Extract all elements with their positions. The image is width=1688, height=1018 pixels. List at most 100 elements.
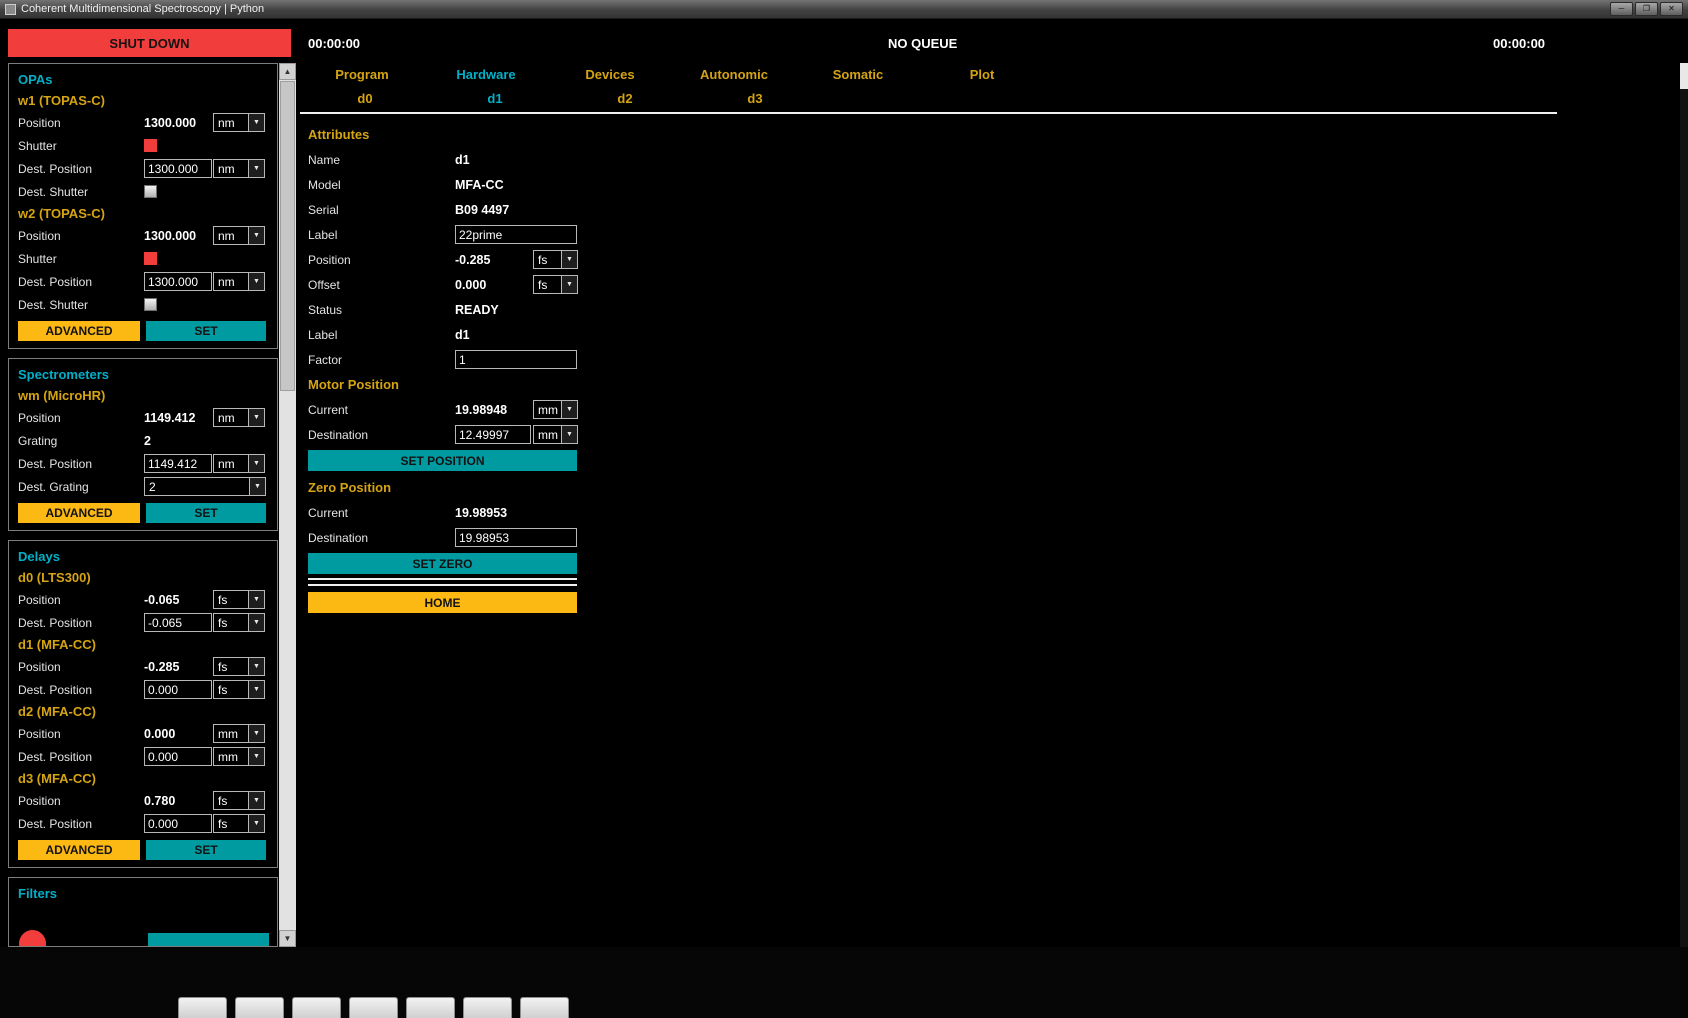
- w2-dest-units-dropdown[interactable]: nm ▼: [213, 272, 265, 291]
- tab-somatic[interactable]: Somatic: [796, 67, 920, 82]
- scroll-up-icon[interactable]: ▲: [279, 63, 296, 80]
- w2-dest-shutter-checkbox[interactable]: [144, 298, 157, 311]
- w1-header: w1 (TOPAS-C): [18, 90, 268, 111]
- d3-units-value: fs: [214, 792, 248, 809]
- home-button[interactable]: HOME: [308, 592, 577, 613]
- d2-units-dropdown[interactable]: mm ▼: [213, 724, 265, 743]
- w2-units-dropdown[interactable]: nm ▼: [213, 226, 265, 245]
- maximize-button[interactable]: ❐: [1635, 2, 1658, 16]
- subtab-d3[interactable]: d3: [690, 91, 820, 106]
- w2-shutter-row: Shutter: [18, 247, 268, 270]
- w1-units-dropdown[interactable]: nm ▼: [213, 113, 265, 132]
- model-row: Model MFA-CC: [308, 172, 920, 197]
- set-zero-button[interactable]: SET ZERO: [308, 553, 577, 574]
- w2-dest-position-input[interactable]: [144, 272, 212, 291]
- scroll-down-icon[interactable]: ▼: [279, 930, 296, 947]
- d3-units-dropdown[interactable]: fs ▼: [213, 791, 265, 810]
- motor-destination-units-dropdown[interactable]: mm ▼: [533, 425, 578, 444]
- wm-dest-grating-dropdown[interactable]: 2 ▼: [144, 477, 266, 496]
- subtab-d2[interactable]: d2: [560, 91, 690, 106]
- d3-dest-position-input[interactable]: [144, 814, 212, 833]
- d1-dest-position-input[interactable]: [144, 680, 212, 699]
- wm-units-dropdown[interactable]: nm ▼: [213, 408, 265, 427]
- motor-destination-input[interactable]: [455, 425, 531, 444]
- shutdown-button[interactable]: SHUT DOWN: [8, 29, 291, 57]
- position-row: Position -0.285 fs ▼: [308, 247, 920, 272]
- motor-current-row: Current 19.98948 mm ▼: [308, 397, 920, 422]
- w1-position-value: 1300.000: [144, 116, 213, 130]
- taskbar-button[interactable]: [406, 997, 455, 1018]
- close-button[interactable]: ✕: [1660, 2, 1683, 16]
- d2-position-row: Position 0.000 mm ▼: [18, 722, 268, 745]
- taskbar-button[interactable]: [292, 997, 341, 1018]
- status-row: Status READY: [308, 297, 920, 322]
- offset-row: Offset 0.000 fs ▼: [308, 272, 920, 297]
- d1-dest-position-row: Dest. Position fs ▼: [18, 678, 268, 701]
- taskbar-button[interactable]: [235, 997, 284, 1018]
- tab-program[interactable]: Program: [300, 67, 424, 82]
- scrollbar-thumb[interactable]: [280, 81, 295, 391]
- zero-destination-input[interactable]: [455, 528, 577, 547]
- chevron-down-icon: ▼: [248, 725, 264, 742]
- name-label: Name: [308, 153, 455, 167]
- remaining-timer: 00:00:00: [1493, 36, 1545, 51]
- sidebar-scrollbar[interactable]: ▲ ▼: [279, 63, 296, 947]
- d0-dest-units-dropdown[interactable]: fs ▼: [213, 613, 265, 632]
- tab-plot[interactable]: Plot: [920, 67, 1044, 82]
- label-input[interactable]: [455, 225, 577, 244]
- delays-advanced-button[interactable]: ADVANCED: [18, 840, 140, 860]
- opas-advanced-button[interactable]: ADVANCED: [18, 321, 140, 341]
- filters-set-button[interactable]: [148, 933, 269, 947]
- d1-units-dropdown[interactable]: fs ▼: [213, 657, 265, 676]
- taskbar-button[interactable]: [463, 997, 512, 1018]
- dest-position-label: Dest. Position: [18, 616, 144, 630]
- motor-current-units-dropdown[interactable]: mm ▼: [533, 400, 578, 419]
- d2-dest-units-dropdown[interactable]: mm ▼: [213, 747, 265, 766]
- offset-units-dropdown[interactable]: fs ▼: [533, 275, 578, 294]
- d2-dest-position-input[interactable]: [144, 747, 212, 766]
- taskbar-button[interactable]: [349, 997, 398, 1018]
- taskbar-button[interactable]: [520, 997, 569, 1018]
- subtab-d1[interactable]: d1: [430, 91, 560, 106]
- tab-hardware[interactable]: Hardware: [424, 67, 548, 82]
- position-label: Position: [18, 116, 144, 130]
- wm-dest-grating-row: Dest. Grating 2 ▼: [18, 475, 268, 498]
- filters-title: Filters: [18, 883, 268, 904]
- factor-input[interactable]: [455, 350, 577, 369]
- delays-buttons: ADVANCED SET: [18, 840, 268, 860]
- position-label: Position: [18, 727, 144, 741]
- position-units-dropdown[interactable]: fs ▼: [533, 250, 578, 269]
- taskbar-button[interactable]: [178, 997, 227, 1018]
- opas-set-button[interactable]: SET: [146, 321, 266, 341]
- chevron-down-icon: ▼: [561, 251, 577, 268]
- d0-units-dropdown[interactable]: fs ▼: [213, 590, 265, 609]
- scrollbar-thumb[interactable]: [1680, 63, 1688, 89]
- dest-position-label: Dest. Position: [18, 162, 144, 176]
- destination-label: Destination: [308, 428, 455, 442]
- d1-dest-units-dropdown[interactable]: fs ▼: [213, 680, 265, 699]
- w1-dest-shutter-checkbox[interactable]: [144, 185, 157, 198]
- w2-header: w2 (TOPAS-C): [18, 203, 268, 224]
- wm-dest-units-dropdown[interactable]: nm ▼: [213, 454, 265, 473]
- tab-autonomic[interactable]: Autonomic: [672, 67, 796, 82]
- opas-panel: OPAs w1 (TOPAS-C) Position 1300.000 nm ▼…: [8, 63, 278, 349]
- dest-position-label: Dest. Position: [18, 275, 144, 289]
- subtab-d0[interactable]: d0: [300, 91, 430, 106]
- main-scrollbar[interactable]: [1680, 63, 1688, 947]
- minimize-button[interactable]: ─: [1610, 2, 1633, 16]
- d3-header: d3 (MFA-CC): [18, 768, 268, 789]
- d2-dest-position-row: Dest. Position mm ▼: [18, 745, 268, 768]
- d3-dest-units-dropdown[interactable]: fs ▼: [213, 814, 265, 833]
- w1-dest-units-dropdown[interactable]: nm ▼: [213, 159, 265, 178]
- delays-set-button[interactable]: SET: [146, 840, 266, 860]
- spectrometers-advanced-button[interactable]: ADVANCED: [18, 503, 140, 523]
- wm-dest-position-input[interactable]: [144, 454, 212, 473]
- set-position-button[interactable]: SET POSITION: [308, 450, 577, 471]
- label-label: Label: [308, 328, 455, 342]
- spectrometers-set-button[interactable]: SET: [146, 503, 266, 523]
- d0-dest-position-input[interactable]: [144, 613, 212, 632]
- chevron-down-icon: ▼: [248, 455, 264, 472]
- motor-destination-row: Destination mm ▼: [308, 422, 920, 447]
- tab-devices[interactable]: Devices: [548, 67, 672, 82]
- w1-dest-position-input[interactable]: [144, 159, 212, 178]
